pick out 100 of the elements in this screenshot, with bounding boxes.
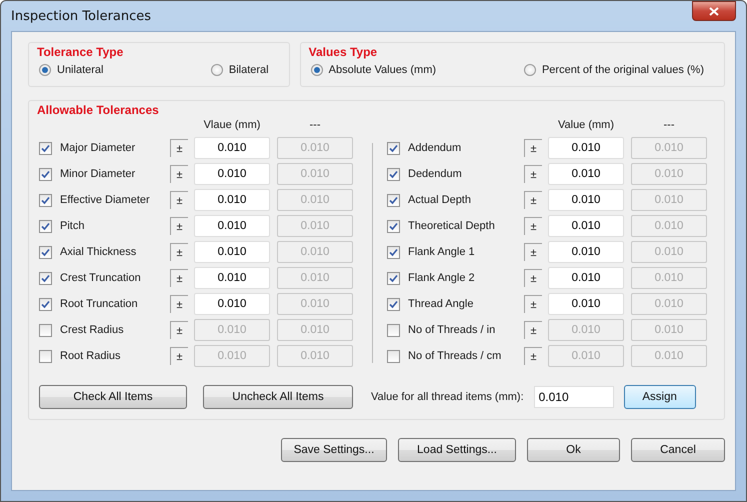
field-label: Value for all thread items (mm): bbox=[371, 391, 524, 403]
dialog-button[interactable]: Load Settings... bbox=[398, 438, 516, 462]
value-field[interactable]: 0.010 bbox=[548, 137, 624, 159]
row-label: Axial Thickness bbox=[60, 246, 138, 258]
group-title: Allowable Tolerances bbox=[37, 103, 160, 117]
checkmark-icon bbox=[41, 170, 50, 178]
checkbox[interactable] bbox=[387, 142, 400, 154]
radio-button[interactable] bbox=[524, 64, 536, 76]
value-field[interactable]: 0.010 bbox=[194, 241, 270, 263]
value-field[interactable]: 0.010 bbox=[548, 163, 624, 185]
value-field[interactable]: 0.010 bbox=[548, 241, 624, 263]
row-label: Pitch bbox=[60, 220, 86, 232]
plus-minus-sign: ± bbox=[524, 217, 542, 235]
value-field[interactable]: 0.010 bbox=[548, 215, 624, 237]
row-label: Crest Radius bbox=[60, 324, 125, 336]
checkmark-icon bbox=[389, 300, 398, 308]
checkbox[interactable] bbox=[387, 272, 400, 284]
dialog-button[interactable]: Ok bbox=[527, 438, 620, 462]
plus-minus-sign: ± bbox=[170, 243, 188, 261]
plus-minus-sign: ± bbox=[170, 217, 188, 235]
check-all-button[interactable]: Check All Items bbox=[39, 385, 187, 409]
checkmark-icon bbox=[389, 170, 398, 178]
plus-minus-sign: ± bbox=[524, 191, 542, 209]
row-label: Dedendum bbox=[408, 168, 463, 180]
plus-minus-sign: ± bbox=[524, 243, 542, 261]
row-label: Thread Angle bbox=[408, 298, 474, 310]
radio-label: Unilateral bbox=[57, 64, 104, 76]
value-field[interactable]: 0.010 bbox=[548, 189, 624, 211]
group-title: Values Type bbox=[308, 45, 378, 59]
row-label: Major Diameter bbox=[60, 142, 136, 154]
checkbox[interactable] bbox=[39, 350, 52, 362]
checkmark-icon bbox=[389, 248, 398, 256]
checkbox[interactable] bbox=[387, 350, 400, 362]
checkbox[interactable] bbox=[39, 298, 52, 310]
radio-label: Absolute Values (mm) bbox=[328, 64, 436, 76]
checkbox[interactable] bbox=[39, 142, 52, 154]
value-field[interactable]: 0.010 bbox=[548, 293, 624, 315]
value-field[interactable]: 0.010 bbox=[194, 293, 270, 315]
close-icon bbox=[709, 6, 719, 16]
plus-minus-sign: ± bbox=[170, 295, 188, 313]
radio-label: Bilateral bbox=[228, 64, 269, 76]
column-header: --- bbox=[662, 119, 676, 131]
window-title: Inspection Tolerances bbox=[11, 8, 152, 24]
value-field[interactable]: 0.010 bbox=[548, 267, 624, 289]
dialog-button[interactable]: Save Settings... bbox=[281, 438, 387, 462]
plus-minus-sign: ± bbox=[524, 347, 542, 365]
checkmark-icon bbox=[389, 222, 398, 230]
checkbox[interactable] bbox=[387, 220, 400, 232]
radio-button[interactable] bbox=[39, 64, 51, 76]
value-field[interactable]: 0.010 bbox=[534, 386, 614, 408]
dialog-button[interactable]: Cancel bbox=[631, 438, 725, 462]
row-label: Effective Diameter bbox=[60, 194, 151, 206]
column-header: Value (mm) bbox=[556, 119, 616, 131]
row-label: Crest Truncation bbox=[60, 272, 142, 284]
checkbox[interactable] bbox=[39, 220, 52, 232]
row-label: Root Truncation bbox=[60, 298, 139, 310]
value-field[interactable]: 0.010 bbox=[194, 215, 270, 237]
checkbox[interactable] bbox=[39, 194, 52, 206]
column-header: --- bbox=[308, 119, 322, 131]
value-field[interactable]: 0.010 bbox=[194, 189, 270, 211]
checkbox[interactable] bbox=[39, 324, 52, 336]
checkmark-icon bbox=[41, 196, 50, 204]
uncheck-all-button[interactable]: Uncheck All Items bbox=[203, 385, 353, 409]
row-label: Actual Depth bbox=[408, 194, 472, 206]
value-field[interactable]: 0.010 bbox=[194, 137, 270, 159]
checkmark-icon bbox=[389, 144, 398, 152]
checkbox[interactable] bbox=[387, 194, 400, 206]
checkbox[interactable] bbox=[39, 272, 52, 284]
plus-minus-sign: ± bbox=[170, 165, 188, 183]
checkbox[interactable] bbox=[39, 246, 52, 258]
checkbox[interactable] bbox=[387, 324, 400, 336]
radio-button[interactable] bbox=[210, 64, 223, 76]
plus-minus-sign: ± bbox=[170, 321, 188, 339]
row-label: Addendum bbox=[408, 142, 462, 154]
checkbox[interactable] bbox=[39, 168, 52, 180]
plus-minus-sign: ± bbox=[524, 321, 542, 339]
close-button[interactable] bbox=[692, 1, 736, 21]
checkbox[interactable] bbox=[387, 298, 400, 310]
checkmark-icon bbox=[389, 196, 398, 204]
plus-minus-sign: ± bbox=[170, 191, 188, 209]
radio-button[interactable] bbox=[310, 64, 323, 76]
group-title: Tolerance Type bbox=[37, 45, 124, 59]
row-label: Root Radius bbox=[60, 350, 122, 362]
row-label: Flank Angle 1 bbox=[408, 246, 476, 258]
checkmark-icon bbox=[41, 248, 50, 256]
checkmark-icon bbox=[41, 274, 50, 282]
row-label: No of Threads / cm bbox=[408, 350, 502, 362]
checkbox[interactable] bbox=[387, 168, 400, 180]
row-label: Flank Angle 2 bbox=[408, 272, 476, 284]
plus-minus-sign: ± bbox=[524, 269, 542, 287]
plus-minus-sign: ± bbox=[524, 139, 542, 157]
value-field[interactable]: 0.010 bbox=[194, 267, 270, 289]
plus-minus-sign: ± bbox=[170, 269, 188, 287]
checkmark-icon bbox=[389, 274, 398, 282]
assign-button[interactable]: Assign bbox=[624, 385, 696, 409]
row-label: Minor Diameter bbox=[60, 168, 136, 180]
checkmark-icon bbox=[41, 144, 50, 152]
checkbox[interactable] bbox=[387, 246, 400, 258]
plus-minus-sign: ± bbox=[170, 139, 188, 157]
value-field[interactable]: 0.010 bbox=[194, 163, 270, 185]
